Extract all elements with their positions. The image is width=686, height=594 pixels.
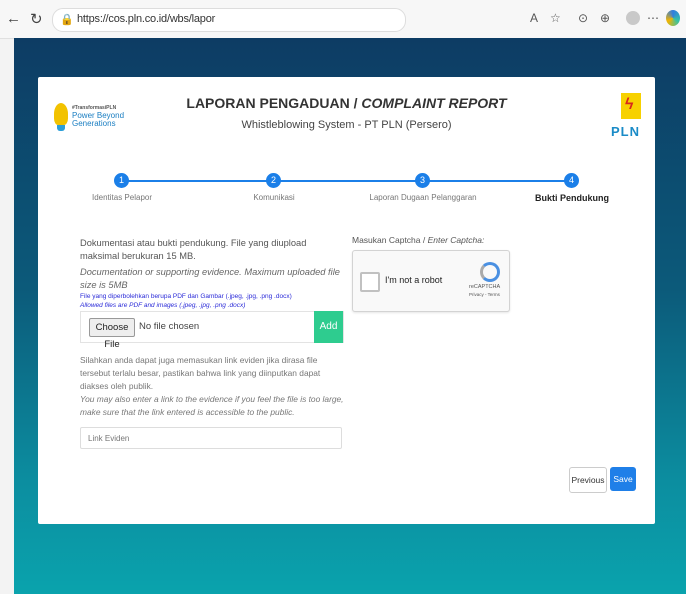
refresh-icon[interactable]: ↻ xyxy=(30,10,43,28)
link-evidence-description-id: Silahkan anda dapat juga memasukan link … xyxy=(80,355,321,391)
choose-file-button[interactable]: Choose File xyxy=(89,318,135,350)
browser-toolbar: ← ↻ 🔒 https://cos.pln.co.id/wbs/lapor A … xyxy=(0,0,686,39)
page-subtitle: Whistleblowing System - PT PLN (Persero) xyxy=(241,119,452,131)
read-aloud-icon[interactable]: A xyxy=(530,11,538,25)
step-1-label: Identitas Pelapor xyxy=(91,193,153,202)
recaptcha-checkbox-label: I'm not a robot xyxy=(385,275,443,285)
lightning-icon: ϟ xyxy=(625,96,634,113)
collections-icon[interactable]: ⊕ xyxy=(600,11,610,25)
step-4-dot: 4 xyxy=(564,173,579,188)
link-evidence-input[interactable]: Link Eviden xyxy=(80,427,342,449)
page-title: LAPORAN PENGADUAN / COMPLAINT REPORT xyxy=(38,95,655,111)
address-text[interactable]: https://cos.pln.co.id/wbs/lapor xyxy=(77,13,215,25)
previous-button[interactable]: Previous xyxy=(569,467,607,493)
favorite-star-icon[interactable]: ☆ xyxy=(550,11,561,25)
title-en: COMPLAINT REPORT xyxy=(361,95,507,111)
allowed-files-note-en: Allowed files are PDF and images (.jpeg,… xyxy=(80,301,342,310)
pln-logo: ϟ PLN xyxy=(611,93,651,143)
stepper-line xyxy=(118,180,568,182)
step-2-dot: 2 xyxy=(266,173,281,188)
address-bar[interactable]: 🔒 https://cos.pln.co.id/wbs/lapor xyxy=(52,8,406,32)
step-3-label: Laporan Dugaan Pelanggaran xyxy=(369,193,477,202)
edge-copilot-icon[interactable] xyxy=(666,10,680,26)
allowed-files-note-en-text: Allowed files are PDF and images (.jpeg,… xyxy=(80,302,246,309)
link-evidence-description-en: You may also enter a link to the evidenc… xyxy=(80,394,344,417)
step-3-dot: 3 xyxy=(415,173,430,188)
step-4-label: Bukti Pendukung xyxy=(535,193,609,203)
evidence-section: Dokumentasi atau bukti pendukung. File y… xyxy=(80,237,342,310)
profile-avatar-icon[interactable] xyxy=(626,11,640,25)
add-file-button[interactable]: Add xyxy=(314,311,343,343)
recaptcha-checkbox[interactable] xyxy=(360,272,380,292)
no-file-chosen-text: No file chosen xyxy=(139,321,200,332)
captcha-label-en: Enter Captcha: xyxy=(427,235,485,245)
extensions-icon[interactable]: ⊙ xyxy=(578,11,588,25)
evidence-description: Dokumentasi atau bukti pendukung. File y… xyxy=(80,238,307,261)
captcha-label-id: Masukan Captcha / xyxy=(352,235,428,245)
step-1-dot: 1 xyxy=(114,173,129,188)
recaptcha-privacy-terms[interactable]: Privacy - Terms xyxy=(469,292,500,297)
link-evidence-description: Silahkan anda dapat juga memasukan link … xyxy=(80,354,350,419)
pln-logo-text: PLN xyxy=(611,124,640,139)
title-id: LAPORAN PENGADUAN / xyxy=(186,95,362,111)
more-menu-icon[interactable]: ⋯ xyxy=(647,11,659,25)
captcha-label: Masukan Captcha / Enter Captcha: xyxy=(352,235,484,245)
evidence-description-en: Documentation or supporting evidence. Ma… xyxy=(80,267,340,290)
recaptcha-widget: I'm not a robot reCAPTCHA Privacy - Term… xyxy=(352,250,510,312)
allowed-files-note: File yang diperbolehkan berupa PDF dan G… xyxy=(80,293,292,300)
file-input[interactable]: Choose File No file chosen xyxy=(80,311,344,350)
back-arrow-icon[interactable]: ← xyxy=(6,10,21,27)
complaint-form-card: #TransformasiPLN Power Beyond Generation… xyxy=(38,77,655,524)
lock-icon: 🔒 xyxy=(60,14,74,26)
save-button[interactable]: Save xyxy=(610,467,636,491)
step-2-label: Komunikasi xyxy=(253,193,295,202)
recaptcha-logo-icon xyxy=(480,262,500,282)
recaptcha-brand: reCAPTCHA xyxy=(469,284,501,290)
